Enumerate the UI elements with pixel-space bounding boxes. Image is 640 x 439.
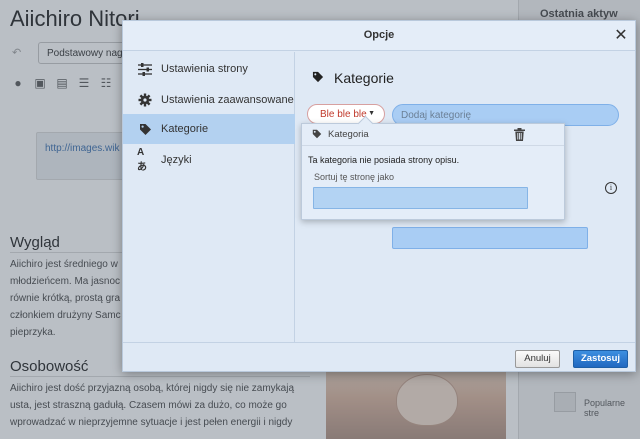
category-popup-title: Kategoria — [328, 129, 369, 140]
menu-item-label: Ustawienia strony — [161, 63, 248, 75]
category-popup: Kategoria Ta kategoria nie posiada stron… — [301, 123, 565, 220]
sort-key-label: Sortuj tę stronę jako — [314, 172, 395, 182]
categories-heading-text: Kategorie — [334, 70, 394, 86]
category-chip[interactable]: Ble ble ble ▼ — [307, 104, 385, 124]
chevron-down-icon: ▼ — [368, 110, 375, 117]
menu-item-advanced-settings[interactable]: Ustawienia zaawansowane — [123, 85, 295, 115]
trash-icon[interactable] — [514, 128, 526, 142]
tag-icon — [312, 70, 324, 86]
dialog-header: Opcje ✕ — [123, 21, 635, 51]
info-icon[interactable]: i — [605, 182, 617, 194]
categories-panel: Kategorie Ble ble ble ▼ i Kategoria Ta k… — [296, 52, 635, 342]
category-chip-label: Ble ble ble — [320, 108, 367, 120]
category-description-notice: Ta kategoria nie posiada strony opisu. — [308, 155, 460, 165]
gear-icon — [137, 92, 153, 108]
menu-item-label: Kategorie — [161, 123, 209, 135]
menu-item-languages[interactable]: Aあ Języki — [123, 145, 295, 175]
menu-item-label: Ustawienia zaawansowane — [161, 94, 294, 106]
menu-item-label: Języki — [161, 154, 192, 166]
menu-item-categories[interactable]: Kategorie — [123, 114, 295, 144]
categories-heading: Kategorie — [312, 70, 394, 86]
close-icon[interactable]: ✕ — [611, 26, 631, 46]
sort-key-input[interactable] — [313, 187, 528, 209]
apply-button[interactable]: Zastosuj — [573, 350, 628, 368]
options-menu: Ustawienia strony Ustawienia zaawansowan… — [123, 52, 295, 342]
dialog-title: Opcje — [363, 29, 395, 41]
tag-icon — [137, 121, 153, 137]
tag-icon — [312, 126, 322, 144]
default-sort-field[interactable] — [392, 227, 588, 249]
dialog-footer: Anuluj Zastosuj — [123, 342, 635, 371]
cancel-button[interactable]: Anuluj — [515, 350, 560, 368]
menu-item-page-settings[interactable]: Ustawienia strony — [123, 54, 295, 84]
options-dialog: Opcje ✕ Ustawienia strony Ustawienia zaa… — [122, 20, 636, 372]
sliders-icon — [137, 61, 153, 77]
category-popup-header: Kategoria — [302, 124, 564, 146]
language-icon: Aあ — [137, 147, 147, 173]
